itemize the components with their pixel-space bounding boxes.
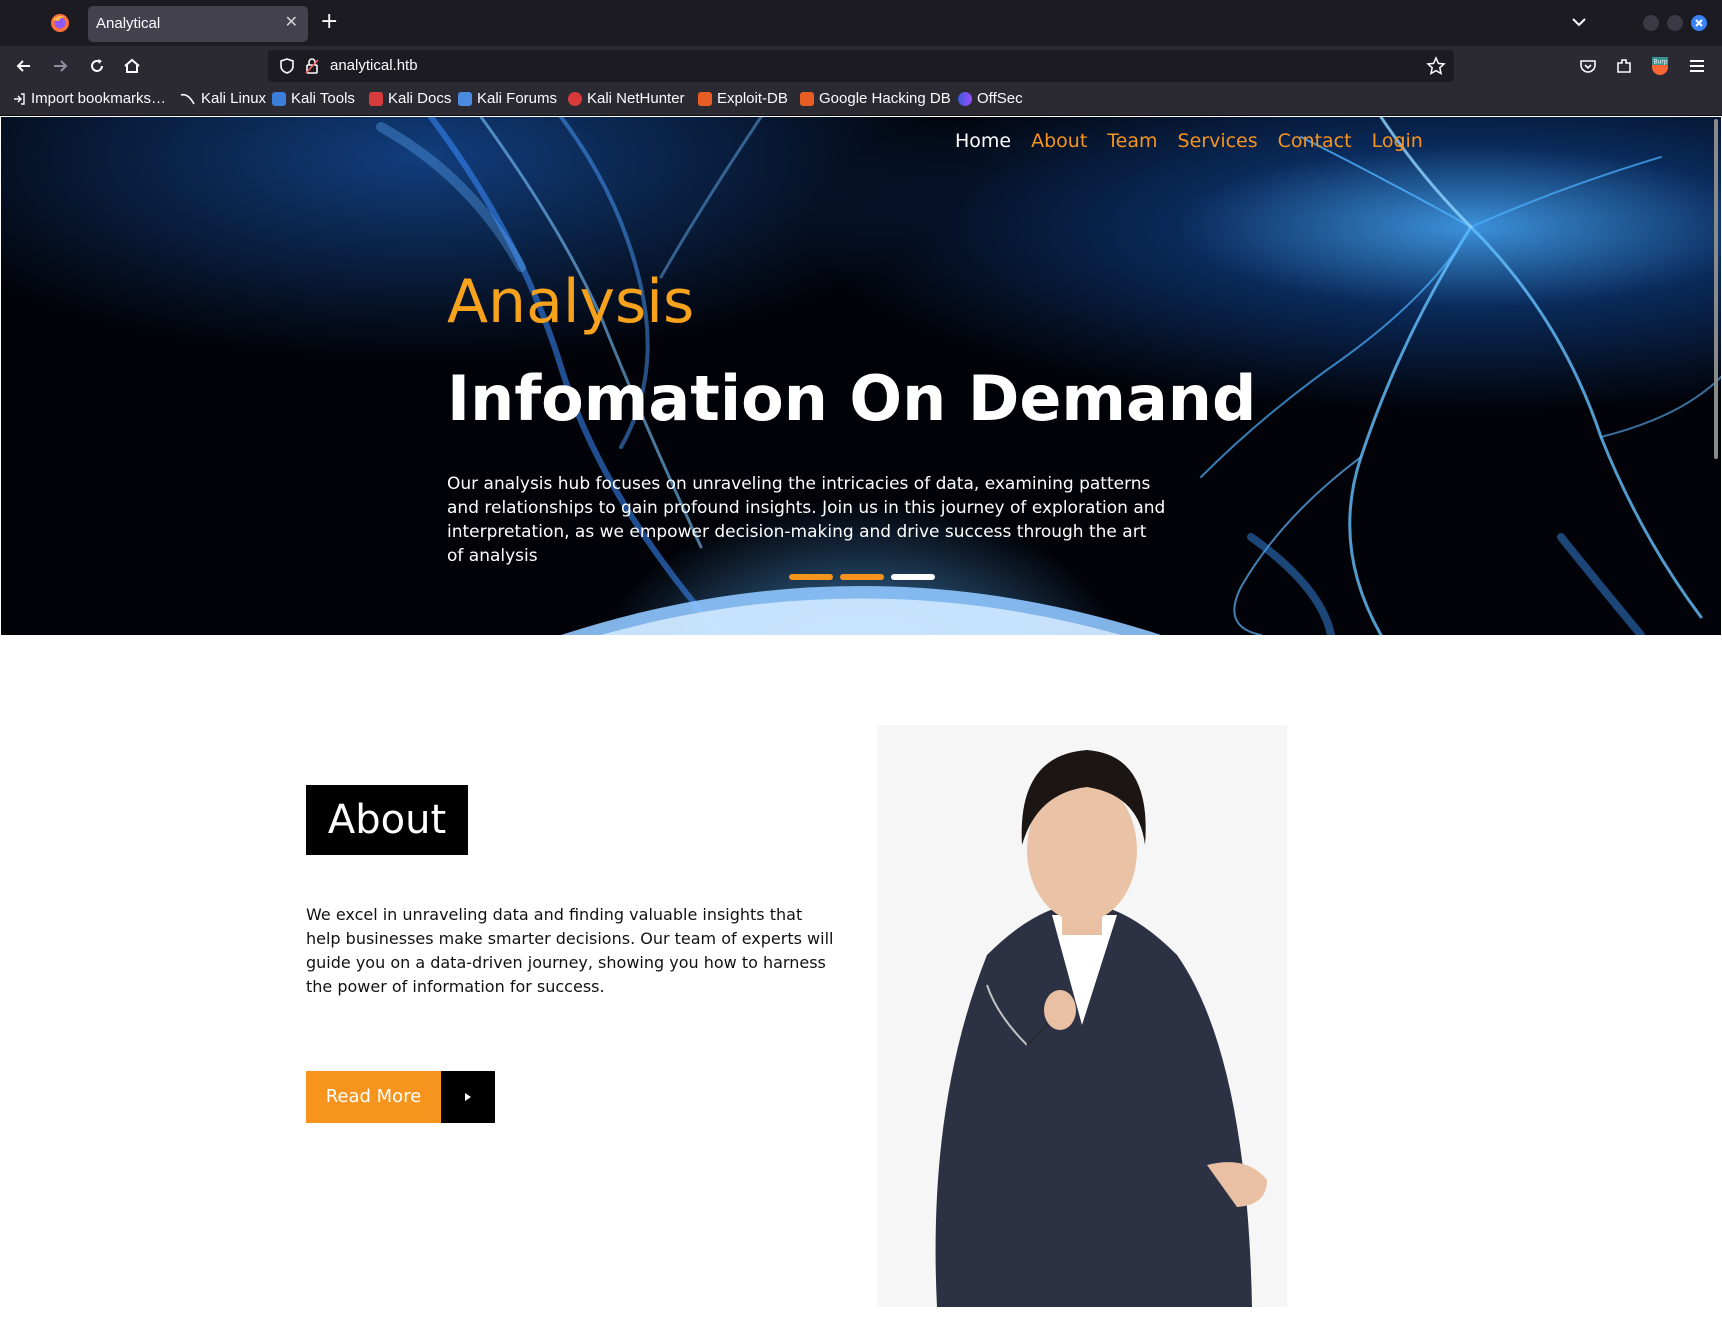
- hero-description: Our analysis hub focuses on unraveling t…: [447, 474, 1166, 566]
- import-icon: [14, 92, 25, 105]
- bookmark-label: Kali Linux: [201, 90, 267, 107]
- bookmark-label: Kali Docs: [388, 90, 452, 107]
- shield-icon[interactable]: [278, 57, 296, 75]
- hero-banner: Home About Team Services Contact Login A…: [1, 117, 1721, 635]
- nethunter-icon: [568, 91, 582, 106]
- list-all-tabs-icon[interactable]: [1570, 13, 1588, 31]
- exploit-db-icon: [698, 91, 712, 106]
- tab-analytical[interactable]: Analytical ✕: [88, 6, 308, 42]
- nav-contact-link[interactable]: Contact: [1278, 130, 1352, 152]
- ghdb-icon: [800, 91, 814, 106]
- about-text: We excel in unraveling data and finding …: [306, 905, 834, 996]
- bookmark-label: Kali Forums: [477, 90, 558, 107]
- bookmark-offsec[interactable]: OffSec: [958, 90, 1023, 107]
- carousel-indicators: [789, 574, 935, 580]
- kali-docs-icon: [369, 91, 383, 106]
- carousel-indicator-2[interactable]: [840, 574, 884, 580]
- page-scrollbar[interactable]: [1714, 119, 1718, 459]
- minimize-button[interactable]: [1643, 15, 1659, 31]
- read-more-label: Read More: [306, 1071, 441, 1123]
- bookmarks-toolbar: Import bookmarks… Kali Linux Kali Tools …: [0, 84, 1722, 116]
- nav-services-link[interactable]: Services: [1178, 130, 1258, 152]
- hero-kicker: Analysis: [447, 267, 695, 337]
- extensions-icon[interactable]: [1614, 56, 1634, 76]
- bookmark-label: Import bookmarks…: [31, 90, 167, 107]
- bookmark-label: Exploit-DB: [717, 90, 788, 107]
- svg-text:Burp: Burp: [1654, 59, 1668, 66]
- url-text[interactable]: analytical.htb: [330, 57, 418, 74]
- tab-close-icon[interactable]: ✕: [285, 12, 298, 31]
- nav-home-link[interactable]: Home: [955, 130, 1011, 152]
- bookmark-kali-nethunter[interactable]: Kali NetHunter: [568, 90, 685, 107]
- bookmark-label: Google Hacking DB: [819, 90, 951, 107]
- site-navigation: Home About Team Services Contact Login: [955, 130, 1423, 152]
- kali-dragon-icon: [180, 93, 195, 104]
- reload-icon[interactable]: [87, 56, 107, 76]
- maximize-button[interactable]: [1667, 15, 1683, 31]
- nav-login-link[interactable]: Login: [1372, 130, 1423, 152]
- tab-bar: Analytical ✕ +: [0, 0, 1722, 46]
- tab-title: Analytical: [96, 15, 161, 32]
- bookmark-import[interactable]: Import bookmarks…: [12, 90, 166, 107]
- forward-arrow-icon[interactable]: [50, 56, 70, 76]
- menu-hamburger-icon[interactable]: [1687, 56, 1707, 76]
- about-heading: About: [306, 785, 468, 855]
- bookmark-google-hacking-db[interactable]: Google Hacking DB: [800, 90, 951, 107]
- read-more-button[interactable]: Read More: [306, 1071, 495, 1123]
- kali-forums-icon: [458, 91, 472, 106]
- page-viewport: Home About Team Services Contact Login A…: [1, 117, 1721, 1326]
- pocket-icon[interactable]: [1578, 56, 1598, 76]
- play-arrow-icon: [441, 1071, 495, 1123]
- kali-tools-icon: [272, 91, 286, 106]
- firefox-icon[interactable]: [50, 13, 70, 33]
- nav-about-link[interactable]: About: [1031, 130, 1087, 152]
- back-arrow-icon[interactable]: [14, 56, 34, 76]
- home-icon[interactable]: [122, 56, 142, 76]
- nav-team-link[interactable]: Team: [1107, 130, 1157, 152]
- bookmark-kali-tools[interactable]: Kali Tools: [272, 90, 355, 107]
- bookmark-star-icon[interactable]: [1426, 56, 1446, 76]
- lock-icon[interactable]: [304, 57, 320, 75]
- navigation-toolbar: analytical.htb Burp: [0, 46, 1722, 84]
- window-close-button[interactable]: [1691, 15, 1707, 31]
- bookmark-kali-linux[interactable]: Kali Linux: [180, 90, 266, 107]
- bookmark-exploit-db[interactable]: Exploit-DB: [698, 90, 788, 107]
- burp-extension-icon[interactable]: Burp: [1650, 56, 1670, 76]
- bookmark-kali-docs[interactable]: Kali Docs: [369, 90, 451, 107]
- carousel-indicator-3[interactable]: [891, 574, 935, 580]
- bookmark-label: OffSec: [977, 90, 1023, 107]
- about-person-image: [877, 725, 1287, 1307]
- new-tab-icon[interactable]: +: [320, 9, 338, 34]
- bookmark-label: Kali NetHunter: [587, 90, 685, 107]
- bookmark-label: Kali Tools: [291, 90, 355, 107]
- url-bar[interactable]: analytical.htb: [268, 50, 1454, 82]
- bookmark-kali-forums[interactable]: Kali Forums: [458, 90, 557, 107]
- close-icon: [1695, 19, 1703, 27]
- carousel-indicator-1[interactable]: [789, 574, 833, 580]
- offsec-icon: [958, 91, 972, 106]
- hero-title: Infomation On Demand: [447, 362, 1257, 435]
